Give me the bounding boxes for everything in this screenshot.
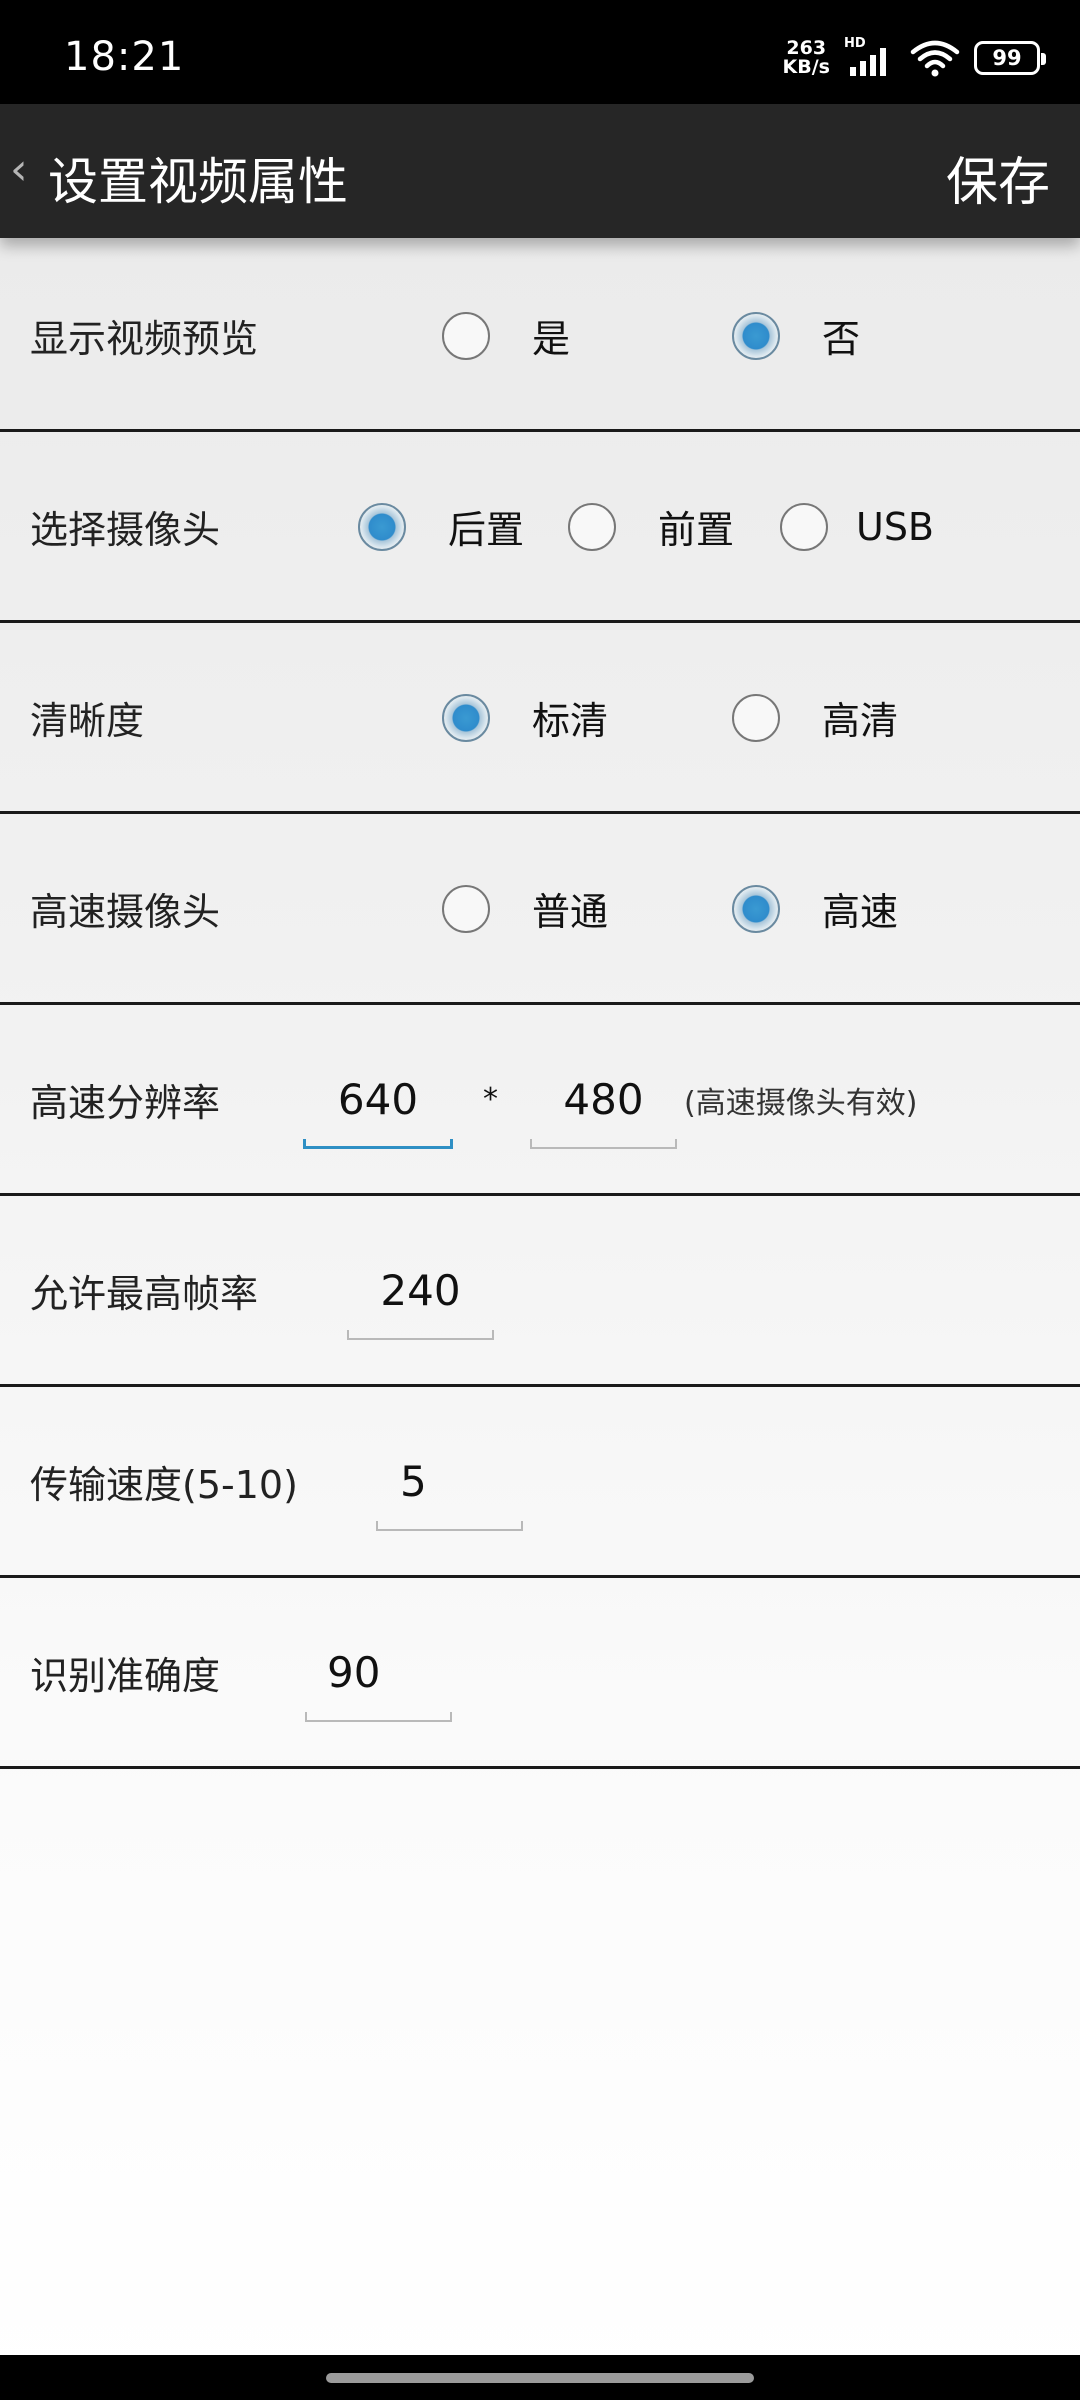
resolution-width-input[interactable]: 640 bbox=[303, 1006, 453, 1193]
camera-option-front-label: 前置 bbox=[658, 508, 735, 552]
speed-camera-option-normal-label: 普通 bbox=[532, 890, 609, 934]
speed-camera-option-high[interactable]: 高速 bbox=[732, 815, 898, 1002]
camera-option-front[interactable]: 前置 bbox=[568, 433, 734, 620]
action-bar: ‹ 设置视频属性 保存 bbox=[0, 104, 1080, 238]
input-underline bbox=[347, 1330, 494, 1340]
radio-button[interactable] bbox=[780, 502, 828, 551]
setting-row-transfer-speed: 传输速度(5-10) 5 bbox=[0, 1388, 1080, 1578]
input-underline bbox=[376, 1521, 523, 1531]
setting-row-max-fps: 允许最高帧率 240 bbox=[0, 1197, 1080, 1387]
resolution-label: 高速分辨率 bbox=[30, 1081, 221, 1125]
battery-icon: 99 bbox=[974, 41, 1046, 75]
setting-row-resolution: 高速分辨率 640 * 480 (高速摄像头有效) bbox=[0, 1006, 1080, 1196]
page-title: 设置视频属性 bbox=[48, 153, 348, 211]
save-button[interactable]: 保存 bbox=[946, 140, 1050, 215]
accuracy-value: 90 bbox=[327, 1648, 381, 1697]
radio-button[interactable] bbox=[568, 502, 616, 551]
resolution-height-input[interactable]: 480 bbox=[530, 1006, 677, 1193]
back-icon[interactable]: ‹ bbox=[10, 144, 28, 195]
camera-option-usb[interactable]: USB bbox=[780, 433, 934, 620]
radio-button-checked[interactable] bbox=[732, 884, 780, 933]
navigation-bar bbox=[0, 2355, 1080, 2400]
transfer-speed-label: 传输速度(5-10) bbox=[30, 1463, 298, 1507]
radio-button-checked[interactable] bbox=[358, 502, 406, 551]
max-fps-label: 允许最高帧率 bbox=[30, 1272, 259, 1316]
network-speed-unit: KB/s bbox=[782, 56, 830, 78]
preview-label: 显示视频预览 bbox=[30, 317, 259, 361]
clarity-option-sd-label: 标清 bbox=[532, 699, 609, 743]
setting-row-preview: 显示视频预览 是 否 bbox=[0, 242, 1080, 432]
input-underline bbox=[530, 1139, 677, 1149]
resolution-height-value: 480 bbox=[563, 1075, 644, 1124]
status-time: 18:21 bbox=[64, 34, 185, 80]
max-fps-input[interactable]: 240 bbox=[347, 1197, 494, 1384]
resolution-hint: (高速摄像头有效) bbox=[684, 1085, 918, 1121]
battery-level: 99 bbox=[992, 46, 1022, 70]
transfer-speed-input[interactable]: 5 bbox=[376, 1388, 523, 1575]
resolution-width-value: 640 bbox=[337, 1075, 419, 1124]
radio-button[interactable] bbox=[442, 311, 490, 360]
preview-option-no[interactable]: 否 bbox=[732, 242, 860, 429]
preview-option-no-label: 否 bbox=[822, 317, 861, 361]
network-speed: 263 KB/s bbox=[783, 39, 830, 77]
setting-row-speed-camera: 高速摄像头 普通 高速 bbox=[0, 815, 1080, 1005]
input-underline bbox=[303, 1139, 453, 1149]
setting-row-camera: 选择摄像头 后置 前置 USB bbox=[0, 433, 1080, 623]
speed-camera-label: 高速摄像头 bbox=[30, 890, 221, 934]
clarity-label: 清晰度 bbox=[30, 699, 145, 743]
home-indicator[interactable] bbox=[326, 2373, 754, 2383]
camera-label: 选择摄像头 bbox=[30, 508, 221, 552]
speed-camera-option-normal[interactable]: 普通 bbox=[442, 815, 608, 1002]
preview-option-yes[interactable]: 是 bbox=[442, 242, 570, 429]
accuracy-label: 识别准确度 bbox=[30, 1654, 221, 1698]
cellular-signal-icon: HD bbox=[844, 36, 896, 78]
speed-camera-option-high-label: 高速 bbox=[822, 890, 899, 934]
radio-button[interactable] bbox=[442, 884, 490, 933]
setting-row-accuracy: 识别准确度 90 bbox=[0, 1579, 1080, 1769]
preview-option-yes-label: 是 bbox=[532, 317, 571, 361]
radio-button-checked[interactable] bbox=[442, 693, 490, 742]
status-icons: 263 KB/s HD 99 bbox=[783, 36, 1046, 78]
accuracy-input[interactable]: 90 bbox=[305, 1579, 452, 1766]
status-bar: 18:21 263 KB/s HD 99 bbox=[0, 0, 1080, 104]
radio-button-checked[interactable] bbox=[732, 311, 780, 360]
radio-button[interactable] bbox=[732, 693, 780, 742]
input-underline bbox=[305, 1712, 452, 1722]
camera-option-rear[interactable]: 后置 bbox=[358, 433, 524, 620]
camera-option-rear-label: 后置 bbox=[448, 508, 525, 552]
wifi-icon bbox=[910, 40, 960, 77]
setting-row-clarity: 清晰度 标清 高清 bbox=[0, 624, 1080, 814]
camera-option-usb-label: USB bbox=[856, 504, 935, 549]
clarity-option-sd[interactable]: 标清 bbox=[442, 624, 608, 811]
clarity-option-hd-label: 高清 bbox=[822, 699, 899, 743]
max-fps-value: 240 bbox=[380, 1266, 461, 1315]
resolution-separator: * bbox=[483, 1082, 498, 1117]
clarity-option-hd[interactable]: 高清 bbox=[732, 624, 898, 811]
transfer-speed-value: 5 bbox=[400, 1457, 427, 1506]
